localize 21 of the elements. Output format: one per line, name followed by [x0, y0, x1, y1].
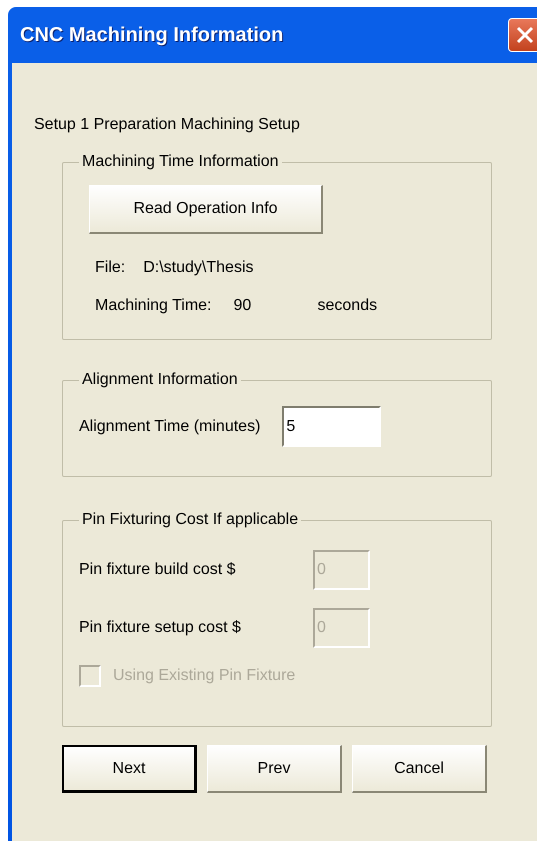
time-unit: seconds: [318, 297, 378, 315]
group-title: Alignment Information: [81, 370, 239, 390]
close-button[interactable]: [508, 18, 537, 52]
field-label: Alignment Time (minutes): [79, 418, 260, 436]
close-icon: [515, 25, 535, 45]
file-label: File:: [95, 259, 126, 277]
group-title: Pin Fixturing Cost If applicable: [81, 510, 300, 530]
dialog-button[interactable]: Cancel: [352, 745, 487, 793]
dialog-button[interactable]: Next: [62, 745, 197, 793]
alignment-time-field[interactable]: 5: [282, 406, 382, 447]
file-path: D:\study\Thesis: [143, 259, 254, 277]
time-value: 90: [234, 297, 252, 315]
field-label: Pin fixture setup cost $: [79, 619, 242, 637]
window-title: CNC Machining Information: [20, 24, 284, 46]
dialog-button[interactable]: Prev: [207, 745, 342, 793]
group-title: Machining Time Information: [81, 152, 280, 172]
field-label: Pin fixture build cost $: [79, 561, 237, 579]
checkbox-label: Using Existing Pin Fixture: [113, 667, 296, 685]
time-label: Machining Time:: [95, 297, 212, 315]
setup-heading: Setup 1 Preparation Machining Setup: [34, 115, 301, 135]
read-operation-button[interactable]: Read Operation Info: [89, 185, 323, 234]
